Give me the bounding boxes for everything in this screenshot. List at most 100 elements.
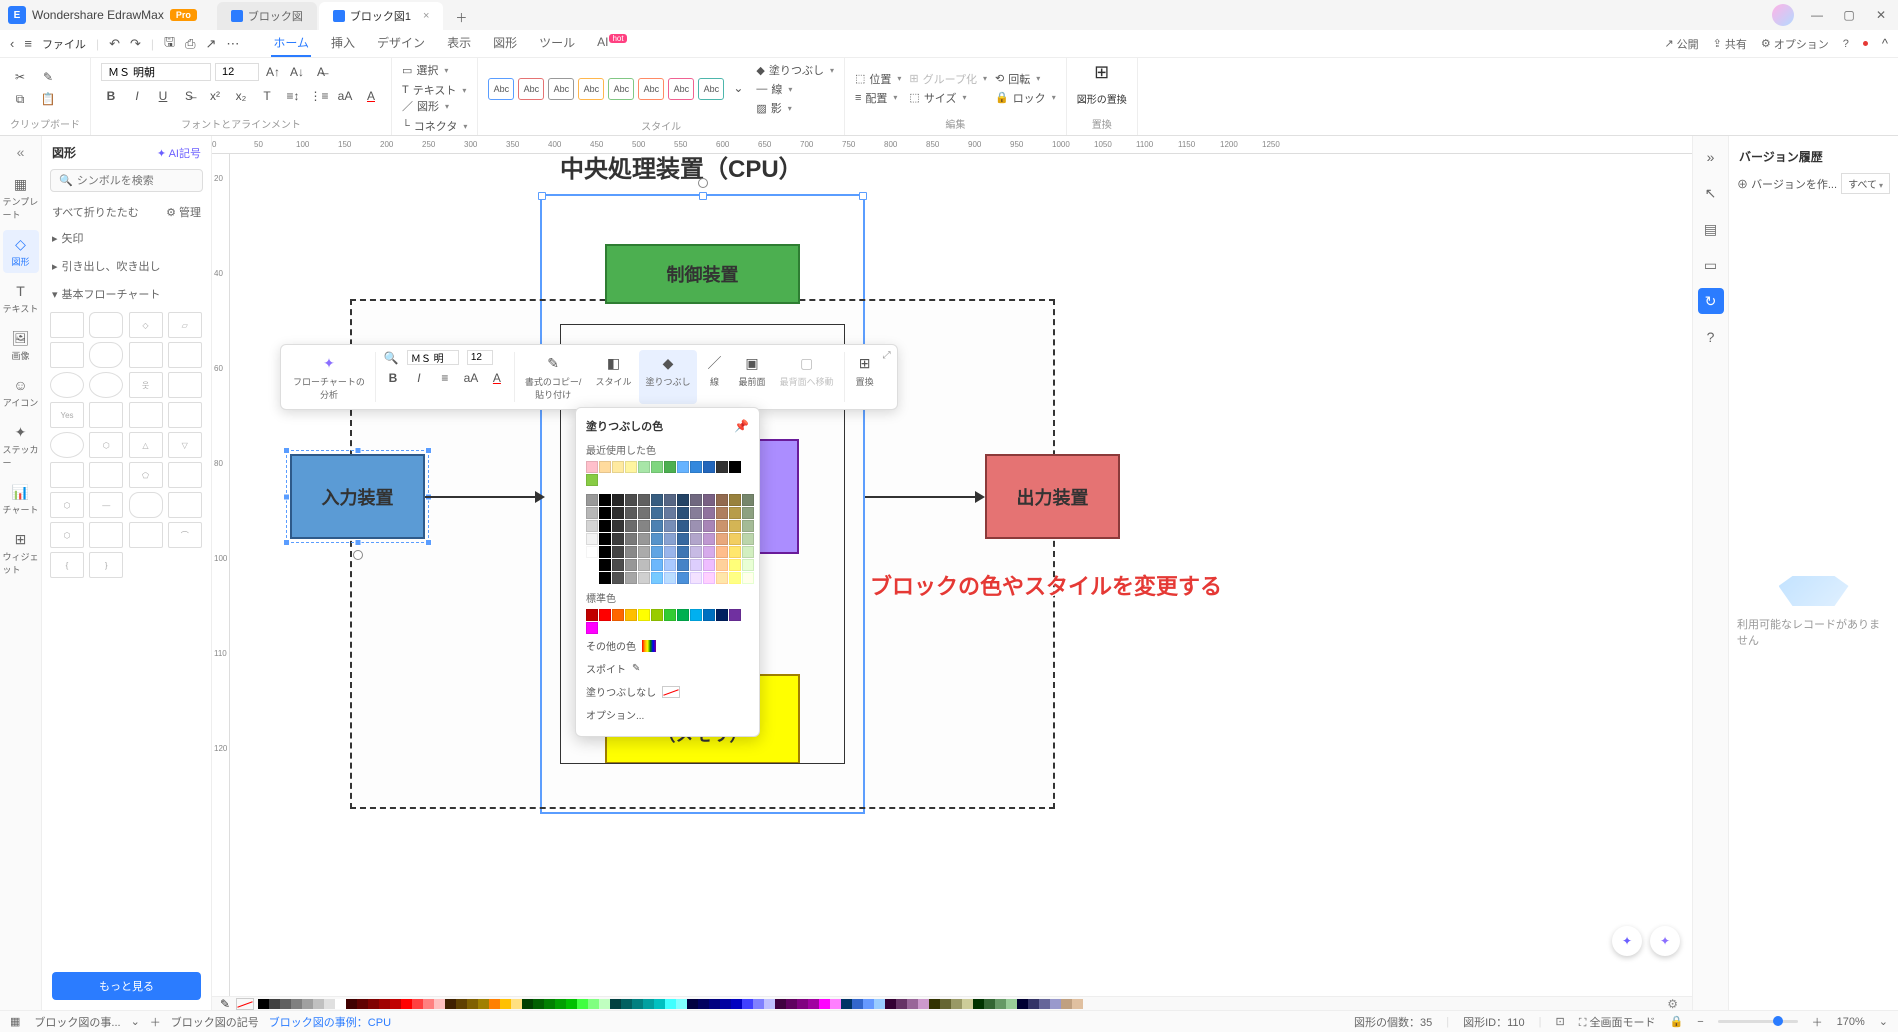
color-strip-swatch[interactable] (621, 999, 632, 1009)
color-strip-swatch[interactable] (1061, 999, 1072, 1009)
color-swatch[interactable] (625, 494, 637, 506)
more-icon[interactable]: ⋯ (226, 36, 239, 52)
eyedropper-link[interactable]: スポイト ✎ (586, 657, 749, 680)
color-swatch[interactable] (586, 559, 598, 571)
color-swatch[interactable] (716, 494, 728, 506)
color-swatch[interactable] (729, 559, 741, 571)
tab-shape[interactable]: 図形 (491, 30, 519, 57)
color-swatch[interactable] (664, 572, 676, 584)
shape-pent[interactable]: ⬠ (129, 462, 163, 488)
color-swatch[interactable] (664, 546, 676, 558)
color-swatch[interactable] (599, 461, 611, 473)
color-strip-swatch[interactable] (665, 999, 676, 1009)
color-swatch[interactable] (690, 609, 702, 621)
rotate-dropdown[interactable]: ⟲ 回転 (995, 71, 1056, 87)
underline-button[interactable]: U (153, 86, 173, 106)
shape-trap[interactable] (50, 342, 84, 368)
color-strip-swatch[interactable] (786, 999, 797, 1009)
sel-handle[interactable] (699, 192, 707, 200)
rail-shapes[interactable]: ◇図形 (3, 230, 39, 273)
color-swatch[interactable] (677, 572, 689, 584)
ft-front[interactable]: ▣ 最前面 (733, 350, 772, 404)
color-swatch[interactable] (703, 533, 715, 545)
rr-cursor-icon[interactable]: ↖ (1698, 180, 1724, 206)
color-swatch[interactable] (612, 572, 624, 584)
color-strip-swatch[interactable] (808, 999, 819, 1009)
color-swatch[interactable] (586, 546, 598, 558)
decrease-font-icon[interactable]: A↓ (287, 62, 307, 82)
group-dropdown[interactable]: ⊞ グループ化 (909, 71, 987, 87)
share-button[interactable]: ⇪ 共有 (1713, 36, 1747, 52)
color-strip-swatch[interactable] (423, 999, 434, 1009)
shape-round2[interactable] (129, 492, 163, 518)
collapse-rail-icon[interactable]: « (17, 144, 25, 160)
color-swatch[interactable] (599, 609, 611, 621)
replace-label[interactable]: 図形の置換 (1077, 91, 1127, 106)
eyedropper-icon[interactable]: ✎ (220, 997, 230, 1011)
tab-design[interactable]: デザイン (375, 30, 427, 57)
sheet-list-icon[interactable]: ▦ (10, 1015, 20, 1028)
color-swatch[interactable] (677, 546, 689, 558)
shape-card[interactable] (168, 342, 202, 368)
ft-case[interactable]: aA (462, 369, 480, 387)
tab-home[interactable]: ホーム (271, 30, 311, 57)
color-swatch[interactable] (586, 474, 598, 486)
rail-text[interactable]: Tテキスト (3, 277, 39, 320)
color-swatch[interactable] (599, 520, 611, 532)
color-swatch[interactable] (599, 494, 611, 506)
ft-expand-icon[interactable]: ⤢ (883, 350, 891, 361)
color-swatch[interactable] (716, 461, 728, 473)
category-callouts[interactable]: ▸ 引き出し、吹き出し (42, 252, 211, 280)
color-swatch[interactable] (638, 507, 650, 519)
color-strip-swatch[interactable] (918, 999, 929, 1009)
color-swatch[interactable] (638, 533, 650, 545)
shape-hex[interactable]: ⬡ (89, 432, 123, 458)
color-strip-swatch[interactable] (731, 999, 742, 1009)
color-strip-swatch[interactable] (973, 999, 984, 1009)
fab-ai[interactable]: ✦ (1650, 926, 1680, 956)
color-swatch[interactable] (612, 533, 624, 545)
color-swatch[interactable] (612, 494, 624, 506)
color-strip-swatch[interactable] (1050, 999, 1061, 1009)
color-swatch[interactable] (625, 461, 637, 473)
color-swatch[interactable] (638, 546, 650, 558)
rail-chart[interactable]: 📊チャート (3, 478, 39, 521)
color-strip-swatch[interactable] (995, 999, 1006, 1009)
style-more-icon[interactable]: ⌄ (728, 78, 748, 98)
shape-hex2[interactable]: ⬡ (50, 492, 84, 518)
color-swatch[interactable] (638, 461, 650, 473)
color-swatch[interactable] (651, 507, 663, 519)
color-swatch[interactable] (638, 609, 650, 621)
color-swatch[interactable] (742, 520, 754, 532)
color-swatch[interactable] (586, 461, 598, 473)
color-strip-swatch[interactable] (643, 999, 654, 1009)
strike-button[interactable]: S̶ (179, 86, 199, 106)
color-strip-swatch[interactable] (324, 999, 335, 1009)
color-strip-swatch[interactable] (566, 999, 577, 1009)
color-strip-swatch[interactable] (896, 999, 907, 1009)
shape-db[interactable] (168, 372, 202, 398)
ft-size-input[interactable] (467, 350, 493, 365)
color-strip-swatch[interactable] (313, 999, 324, 1009)
other-color-link[interactable]: その他の色 (586, 634, 749, 657)
color-swatch[interactable] (625, 520, 637, 532)
color-swatch[interactable] (664, 533, 676, 545)
color-swatch[interactable] (625, 572, 637, 584)
shape-person[interactable]: 웃 (129, 372, 163, 398)
color-swatch[interactable] (703, 507, 715, 519)
shape-yes[interactable]: Yes (50, 402, 84, 428)
category-flowchart[interactable]: ▾ 基本フローチャート (42, 280, 211, 308)
shape-trap2[interactable] (168, 462, 202, 488)
color-strip-swatch[interactable] (412, 999, 423, 1009)
rail-image[interactable]: 🖼画像 (3, 324, 39, 367)
ft-line[interactable]: ／ 線 (699, 350, 731, 404)
rail-sticker[interactable]: ✦ステッカー (3, 418, 39, 474)
color-swatch[interactable] (625, 559, 637, 571)
color-strip-swatch[interactable] (478, 999, 489, 1009)
help-button[interactable]: ? (1843, 38, 1849, 50)
color-strip-swatch[interactable] (709, 999, 720, 1009)
ft-font-input[interactable] (407, 350, 459, 365)
color-swatch[interactable] (664, 461, 676, 473)
color-strip-swatch[interactable] (775, 999, 786, 1009)
ft-color[interactable]: A (488, 369, 506, 387)
